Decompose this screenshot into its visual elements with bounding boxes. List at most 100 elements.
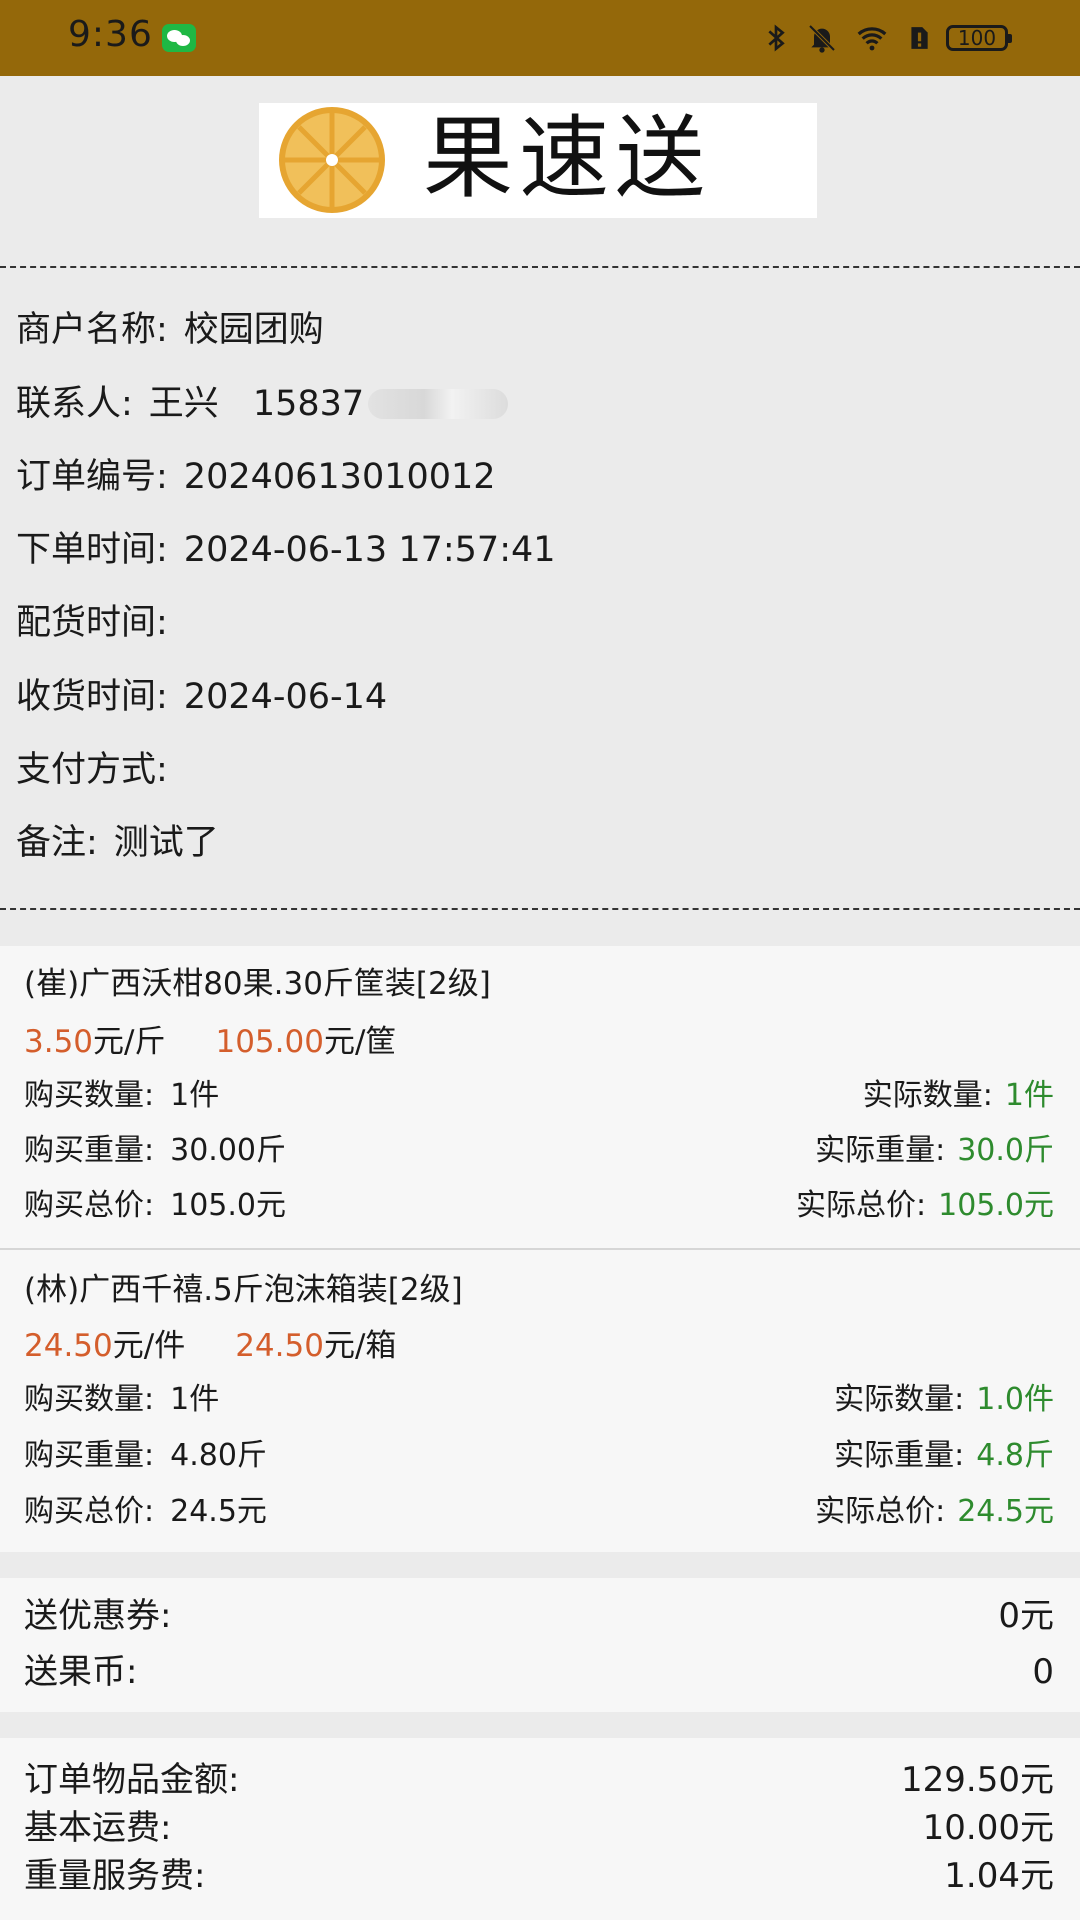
buy-weight-label: 购买重量: xyxy=(24,1438,155,1473)
item-pack-price-unit: 元/箱 xyxy=(323,1328,397,1364)
order-items-card: (崔)广西沃柑80果.30斤筐装[2级] 3.50元/斤 105.00元/筐 购买… xyxy=(0,946,1080,1552)
item-pack-price: 24.50 xyxy=(235,1328,324,1364)
coupon-label: 送优惠券: xyxy=(24,1596,172,1636)
buy-total-label: 购买总价: xyxy=(24,1188,155,1223)
divider-top xyxy=(0,266,1080,268)
merchant-row: 商户名称: 校园团购 xyxy=(16,308,324,352)
divider-bottom xyxy=(0,908,1080,910)
receive-time-value: 2024-06-14 xyxy=(183,677,388,717)
item-pack-price-unit: 元/筐 xyxy=(323,1024,397,1060)
actual-qty: 实际数量: 1.0件 xyxy=(834,1380,1054,1420)
item-pack-price: 105.00 xyxy=(215,1024,324,1060)
dispatch-time-label: 配货时间: xyxy=(16,603,168,643)
actual-qty-label: 实际数量: xyxy=(834,1382,965,1417)
item-title: (崔)广西沃柑80果.30斤筐装[2级] xyxy=(24,966,491,1002)
receive-time-row: 收货时间: 2024-06-14 xyxy=(16,675,387,719)
contact-name: 王兴 xyxy=(148,384,219,424)
buy-weight-value: 30.00斤 xyxy=(170,1133,286,1168)
buy-total-label: 购买总价: xyxy=(24,1494,155,1529)
receive-time-label: 收货时间: xyxy=(16,677,168,717)
weight-fee-value: 1.04元 xyxy=(944,1856,1054,1896)
mute-bell-icon xyxy=(808,24,836,53)
buy-weight-label: 购买重量: xyxy=(24,1133,155,1168)
buy-weight: 购买重量: 4.80斤 xyxy=(24,1436,267,1476)
battery-icon: 100 xyxy=(946,25,1012,51)
wechat-icon xyxy=(162,24,196,52)
actual-total: 实际总价: 24.5元 xyxy=(815,1492,1054,1532)
actual-weight-label: 实际重量: xyxy=(815,1133,946,1168)
buy-total: 购买总价: 105.0元 xyxy=(24,1186,286,1226)
goods-amount-value: 129.50元 xyxy=(901,1760,1054,1800)
buy-weight-value: 4.80斤 xyxy=(170,1438,267,1473)
payment-row: 支付方式: xyxy=(16,748,168,792)
actual-weight: 实际重量: 4.8斤 xyxy=(834,1436,1054,1476)
totals-card: 订单物品金额: 129.50元 基本运费: 10.00元 重量服务费: 1.04… xyxy=(0,1738,1080,1920)
order-no-row: 订单编号: 20240613010012 xyxy=(16,455,496,499)
coin-value: 0 xyxy=(1032,1652,1054,1692)
item-price-row: 24.50元/件 24.50元/箱 xyxy=(24,1326,396,1366)
wifi-icon xyxy=(857,27,887,51)
actual-qty-value: 1.0件 xyxy=(976,1382,1054,1417)
buy-total: 购买总价: 24.5元 xyxy=(24,1492,267,1532)
coin-row: 送果币: 0 xyxy=(24,1650,1054,1694)
order-time-label: 下单时间: xyxy=(16,530,168,570)
actual-total-label: 实际总价: xyxy=(796,1188,927,1223)
remark-value: 测试了 xyxy=(113,823,219,863)
buy-weight: 购买重量: 30.00斤 xyxy=(24,1131,286,1171)
phone-redaction xyxy=(368,389,509,419)
actual-weight-value: 30.0斤 xyxy=(957,1133,1054,1168)
weight-fee-label: 重量服务费: xyxy=(24,1856,206,1896)
actual-qty-label: 实际数量: xyxy=(862,1078,993,1113)
item-unit-price: 24.50 xyxy=(24,1328,113,1364)
coin-label: 送果币: xyxy=(24,1652,138,1692)
orange-slice-icon xyxy=(279,107,385,213)
actual-total: 实际总价: 105.0元 xyxy=(796,1186,1054,1226)
merchant-value: 校园团购 xyxy=(183,310,324,350)
contact-label: 联系人: xyxy=(16,384,133,424)
buy-qty-label: 购买数量: xyxy=(24,1382,155,1417)
actual-weight-value: 4.8斤 xyxy=(976,1438,1054,1473)
goods-amount-label: 订单物品金额: xyxy=(24,1760,240,1800)
coupon-row: 送优惠券: 0元 xyxy=(24,1594,1054,1638)
shipping-label: 基本运费: xyxy=(24,1808,172,1848)
dispatch-time-row: 配货时间: xyxy=(16,601,168,645)
alert-icon xyxy=(911,27,928,49)
actual-total-value: 105.0元 xyxy=(938,1188,1054,1223)
contact-phone: 15837 xyxy=(252,384,365,424)
shipping-row: 基本运费: 10.00元 xyxy=(24,1806,1054,1850)
status-time: 9:36 xyxy=(68,14,153,55)
goods-amount-row: 订单物品金额: 129.50元 xyxy=(24,1758,1054,1802)
buy-qty-label: 购买数量: xyxy=(24,1078,155,1113)
buy-total-value: 105.0元 xyxy=(170,1188,286,1223)
brand-name: 果速送 xyxy=(423,106,711,211)
order-no-value: 20240613010012 xyxy=(183,457,496,497)
item-unit-price-unit: 元/件 xyxy=(112,1328,186,1364)
item-title: (林)广西千禧.5斤泡沫箱装[2级] xyxy=(24,1272,463,1308)
actual-qty-value: 1件 xyxy=(1004,1078,1054,1113)
promo-card: 送优惠券: 0元 送果币: 0 xyxy=(0,1578,1080,1712)
buy-qty: 购买数量: 1件 xyxy=(24,1076,219,1116)
buy-qty: 购买数量: 1件 xyxy=(24,1380,219,1420)
order-no-label: 订单编号: xyxy=(16,457,168,497)
merchant-label: 商户名称: xyxy=(16,310,168,350)
buy-total-value: 24.5元 xyxy=(170,1494,267,1529)
order-time-value: 2024-06-13 17:57:41 xyxy=(183,530,556,570)
item-unit-price: 3.50 xyxy=(24,1024,94,1060)
coupon-value: 0元 xyxy=(998,1596,1054,1636)
item-price-row: 3.50元/斤 105.00元/筐 xyxy=(24,1022,396,1062)
payment-label: 支付方式: xyxy=(16,750,168,790)
weight-fee-row: 重量服务费: 1.04元 xyxy=(24,1854,1054,1898)
buy-qty-value: 1件 xyxy=(170,1078,220,1113)
actual-total-value: 24.5元 xyxy=(957,1494,1054,1529)
item-unit-price-unit: 元/斤 xyxy=(93,1024,166,1060)
actual-weight-label: 实际重量: xyxy=(834,1438,965,1473)
bluetooth-icon xyxy=(768,24,785,52)
status-bar: 9:36 100 xyxy=(0,0,1080,76)
actual-qty: 实际数量: 1件 xyxy=(863,1076,1054,1116)
actual-total-label: 实际总价: xyxy=(815,1494,946,1529)
buy-qty-value: 1件 xyxy=(170,1382,220,1417)
contact-row: 联系人: 王兴 15837 xyxy=(16,382,509,426)
shipping-value: 10.00元 xyxy=(922,1808,1054,1848)
order-time-row: 下单时间: 2024-06-13 17:57:41 xyxy=(16,528,556,572)
remark-row: 备注: 测试了 xyxy=(16,821,219,865)
